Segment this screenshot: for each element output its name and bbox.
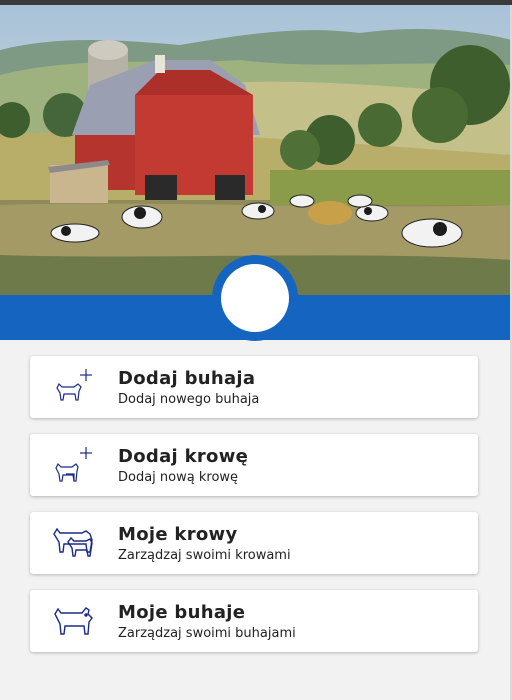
bull-icon [52, 600, 96, 642]
add-bull-icon [52, 366, 96, 408]
card-title: Moje krowy [118, 524, 238, 545]
my-bulls-button[interactable]: Moje buhaje Zarządzaj swoimi buhajami [30, 590, 478, 652]
my-cows-button[interactable]: Moje krowy Zarządzaj swoimi krowami [30, 512, 478, 574]
add-cow-icon [52, 444, 96, 486]
card-title: Moje buhaje [118, 602, 246, 623]
card-subtitle: Zarządzaj swoimi krowami [118, 548, 291, 563]
card-subtitle: Dodaj nowego buhaja [118, 392, 260, 407]
card-subtitle: Zarządzaj swoimi buhajami [118, 626, 296, 641]
add-cow-button[interactable]: Dodaj krowę Dodaj nową krowę [30, 434, 478, 496]
farm-header-image [0, 5, 512, 295]
card-subtitle: Dodaj nową krowę [118, 470, 239, 485]
cows-icon [52, 522, 96, 564]
card-title: Dodaj buhaja [118, 368, 256, 389]
add-bull-button[interactable]: Dodaj buhaja Dodaj nowego buhaja [30, 356, 478, 418]
avatar[interactable] [221, 264, 289, 332]
card-title: Dodaj krowę [118, 446, 249, 467]
